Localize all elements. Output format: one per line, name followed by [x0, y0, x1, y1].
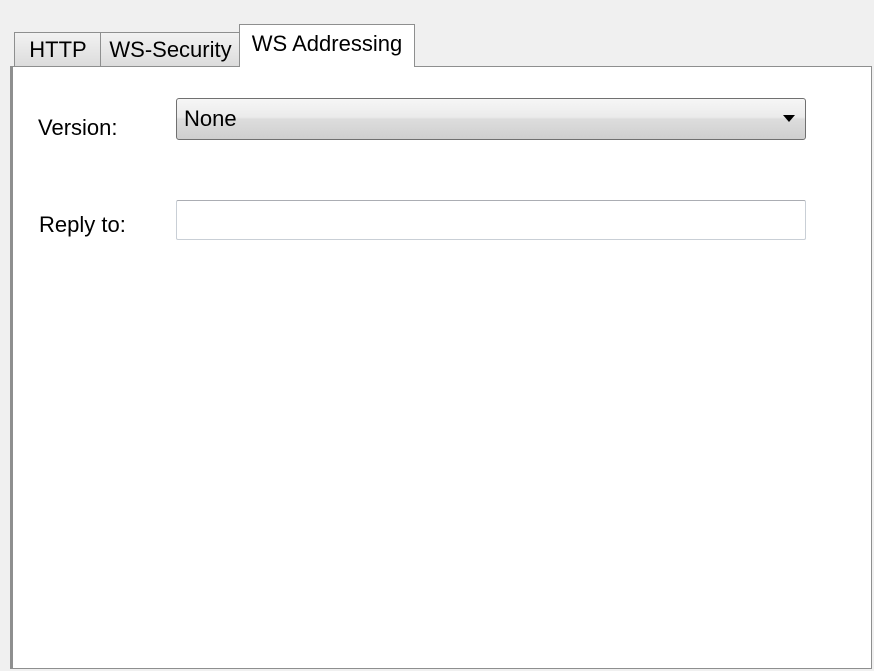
ws-settings-window: HTTP WS-Security WS Addressing Version: …	[0, 0, 874, 671]
ws-addressing-panel: Version: None Reply to:	[10, 66, 872, 669]
reply-to-input[interactable]	[176, 200, 806, 240]
version-selected-value: None	[184, 106, 237, 131]
tab-ws-security[interactable]: WS-Security	[100, 32, 241, 66]
dropdown-arrow-icon[interactable]	[783, 115, 795, 122]
tab-http[interactable]: HTTP	[14, 32, 102, 66]
version-label: Version:	[38, 115, 118, 140]
reply-to-label: Reply to:	[39, 212, 126, 237]
tab-ws-addressing[interactable]: WS Addressing	[239, 24, 415, 67]
version-dropdown[interactable]: None	[176, 98, 806, 140]
tab-strip: HTTP WS-Security WS Addressing	[10, 22, 874, 67]
